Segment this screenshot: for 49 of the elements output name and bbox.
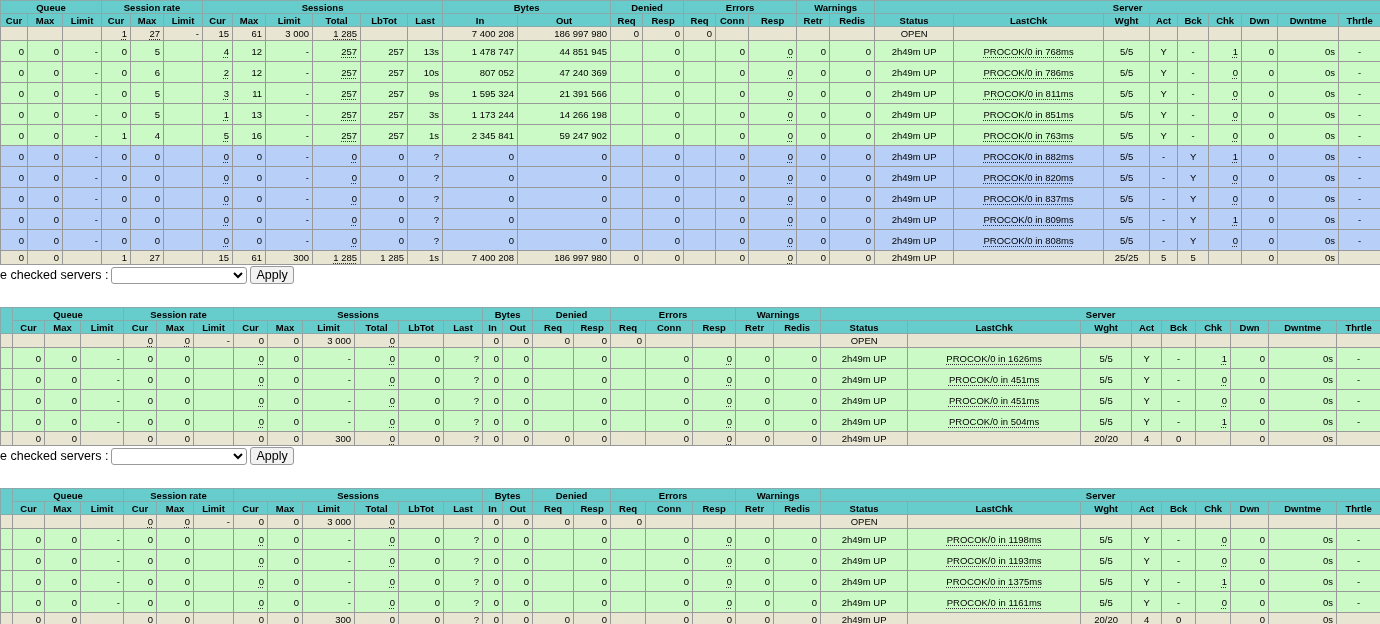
apply-button[interactable]: Apply bbox=[250, 447, 294, 465]
column-group-header: Server bbox=[874, 0, 1380, 14]
table-cell bbox=[0, 591, 13, 613]
column-group-header: Session rate bbox=[101, 0, 203, 14]
table-cell: 0 bbox=[0, 40, 28, 62]
column-group-header: Denied bbox=[532, 307, 611, 321]
column-group-header: Session rate bbox=[123, 488, 234, 502]
column-group-header: Denied bbox=[610, 0, 684, 14]
table-cell bbox=[0, 389, 13, 411]
form-label: e checked servers : bbox=[0, 449, 109, 463]
apply-button[interactable]: Apply bbox=[250, 266, 294, 284]
column-group-header: Server bbox=[820, 307, 1380, 321]
column-group-header: Warnings bbox=[735, 307, 821, 321]
table-cell: 0 bbox=[0, 145, 28, 167]
server-action-select[interactable] bbox=[111, 447, 248, 465]
column-header: In bbox=[482, 320, 503, 334]
form-label: e checked servers : bbox=[0, 268, 109, 282]
table-cell bbox=[0, 347, 13, 369]
column-group-header: Sessions bbox=[233, 307, 483, 321]
table-cell: 0 bbox=[0, 103, 28, 125]
column-group-header: Bytes bbox=[482, 307, 533, 321]
table-cell: 0 bbox=[0, 82, 28, 104]
column-group-header: Sessions bbox=[202, 0, 443, 14]
table-cell bbox=[0, 368, 13, 390]
column-group-header: Bytes bbox=[482, 488, 533, 502]
column-group-header: Server bbox=[820, 488, 1380, 502]
column-group-header: Errors bbox=[610, 488, 736, 502]
column-group-header: Errors bbox=[683, 0, 797, 14]
column-group-header: Queue bbox=[12, 307, 124, 321]
table-cell: 0 bbox=[0, 208, 28, 230]
table-cell: 0 bbox=[0, 124, 28, 146]
column-group-header: Queue bbox=[12, 488, 124, 502]
table-cell bbox=[0, 528, 13, 550]
table-cell: 0 bbox=[0, 166, 28, 188]
column-group-header: Warnings bbox=[735, 488, 821, 502]
column-group-header: Denied bbox=[532, 488, 611, 502]
table-cell: 0 bbox=[0, 61, 28, 83]
column-group-header: Warnings bbox=[796, 0, 875, 14]
column-group-header: Errors bbox=[610, 307, 736, 321]
column-group-header: Session rate bbox=[123, 307, 234, 321]
column-group-header: Queue bbox=[0, 0, 102, 14]
table-cell bbox=[0, 570, 13, 592]
table-cell bbox=[0, 549, 13, 571]
server-action-select[interactable] bbox=[111, 266, 248, 284]
table-cell bbox=[0, 410, 13, 432]
table-cell: 0 bbox=[0, 187, 28, 209]
table-cell: 0 bbox=[0, 229, 28, 251]
column-group-header: Bytes bbox=[442, 0, 611, 14]
column-group-header: Sessions bbox=[233, 488, 483, 502]
